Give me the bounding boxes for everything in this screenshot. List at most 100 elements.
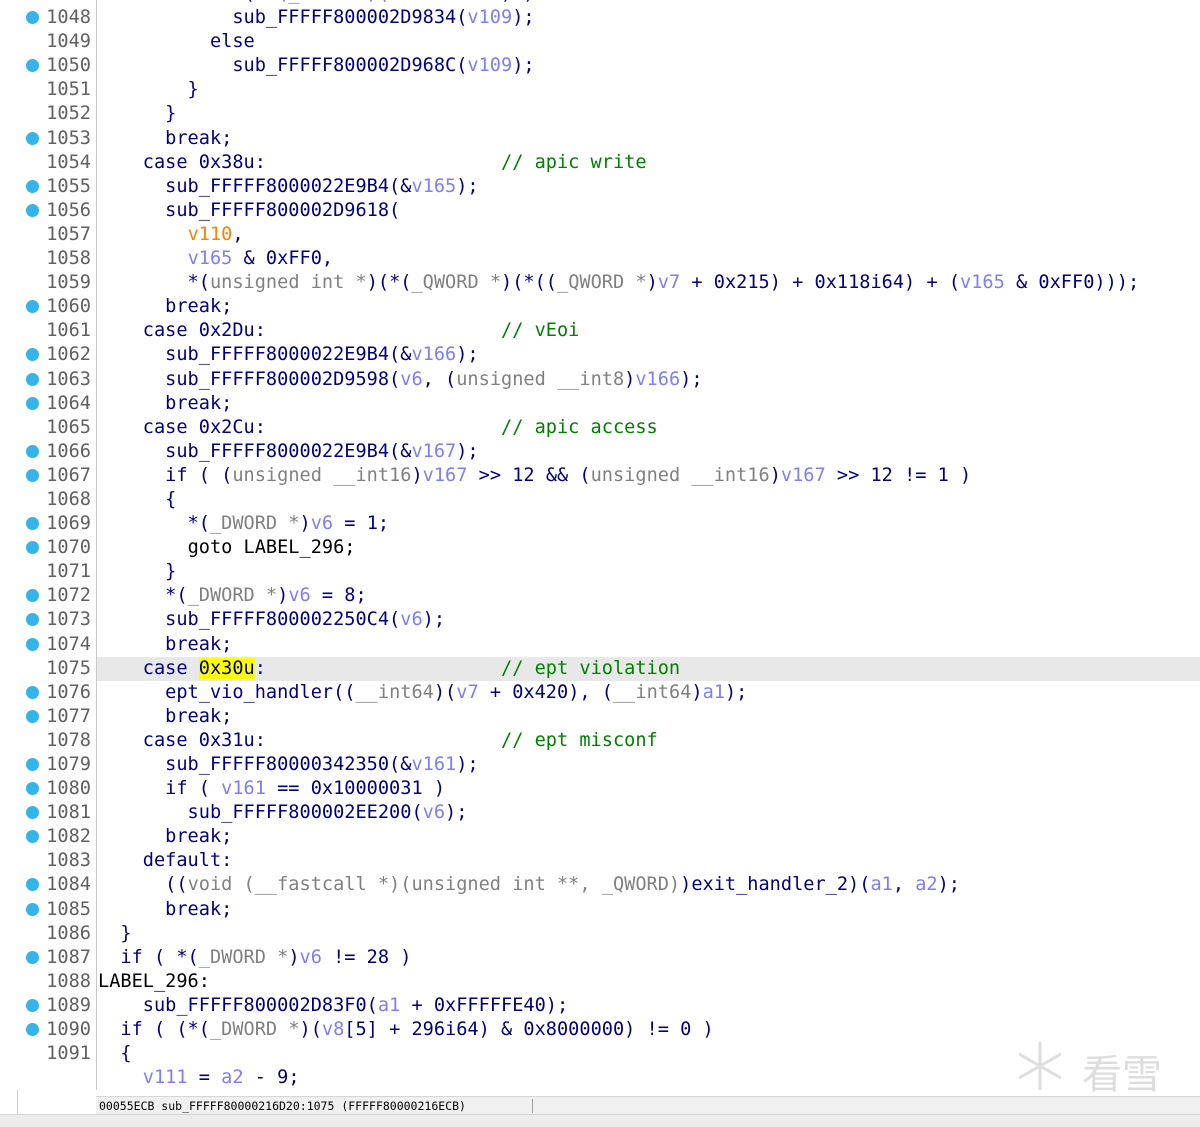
breakpoint-dot-icon[interactable]: [26, 902, 39, 916]
code-line[interactable]: 1081 sub_FFFFF800002EE200(v6);: [0, 801, 1200, 826]
line-gutter[interactable]: 1059: [0, 271, 97, 296]
code-content[interactable]: v111 = a2 - 9;: [98, 1066, 1200, 1090]
line-gutter[interactable]: 1064: [0, 391, 97, 416]
breakpoint-dot-icon[interactable]: [26, 998, 39, 1012]
breakpoint-dot-icon[interactable]: [26, 372, 39, 386]
breakpoint-dot-icon[interactable]: [26, 709, 39, 723]
line-gutter[interactable]: 1077: [0, 704, 97, 729]
code-content[interactable]: sub_FFFFF800002D83F0(a1 + 0xFFFFFE40);: [98, 994, 1200, 1018]
line-gutter[interactable]: 1061: [0, 319, 97, 344]
code-line[interactable]: 1066 sub_FFFFF8000022E9B4(&v167);: [0, 439, 1200, 464]
line-gutter[interactable]: 1068: [0, 487, 97, 513]
code-line[interactable]: 1051 }: [0, 78, 1200, 103]
code-content[interactable]: }: [98, 922, 1200, 946]
code-line[interactable]: 1074 break;: [0, 632, 1200, 657]
breakpoint-dot-icon[interactable]: [26, 782, 39, 796]
code-line[interactable]: 1084 ((void (__fastcall *)(unsigned int …: [0, 873, 1200, 898]
breakpoint-dot-icon[interactable]: [26, 589, 39, 603]
code-line[interactable]: 1050 sub_FFFFF800002D968C(v109);: [0, 54, 1200, 79]
code-content[interactable]: sub_FFFFF800002EE200(v6);: [98, 801, 1200, 825]
code-content[interactable]: case 0x31u: // ept misconf: [98, 729, 1200, 753]
line-gutter[interactable]: 1060: [0, 295, 97, 320]
code-content[interactable]: if ( (*(_DWORD *)(v8[5] + 296i64) & 0x80…: [98, 1018, 1200, 1042]
line-gutter[interactable]: 1080: [0, 777, 97, 802]
breakpoint-dot-icon[interactable]: [26, 348, 39, 362]
pseudocode-view[interactable]: 1047 if ( *(_BYTE *)(v6 + 0x11C) )1048 s…: [0, 0, 1200, 1091]
breakpoint-dot-icon[interactable]: [26, 444, 39, 458]
line-gutter[interactable]: 1053: [0, 126, 97, 151]
breakpoint-dot-icon[interactable]: [26, 468, 39, 482]
code-line[interactable]: 1082 break;: [0, 825, 1200, 850]
code-line[interactable]: 1060 break;: [0, 295, 1200, 320]
code-content[interactable]: sub_FFFFF800002D968C(v109);: [98, 54, 1200, 78]
code-line[interactable]: 1083 default:: [0, 849, 1200, 874]
code-line[interactable]: 1053 break;: [0, 126, 1200, 151]
breakpoint-dot-icon[interactable]: [26, 203, 39, 217]
code-content[interactable]: break;: [98, 127, 1200, 151]
code-line[interactable]: 1087 if ( *(_DWORD *)v6 != 28 ): [0, 945, 1200, 970]
line-gutter[interactable]: 1074: [0, 632, 97, 657]
code-line[interactable]: 1069 *(_DWORD *)v6 = 1;: [0, 512, 1200, 537]
code-line[interactable]: 1070 goto LABEL_296;: [0, 536, 1200, 561]
breakpoint-dot-icon[interactable]: [26, 806, 39, 820]
code-content[interactable]: break;: [98, 898, 1200, 922]
code-content[interactable]: {: [98, 1042, 1200, 1066]
code-content[interactable]: *(unsigned int *)(*(_QWORD *)(*((_QWORD …: [98, 271, 1200, 295]
code-line[interactable]: 1086 }: [0, 921, 1200, 946]
code-line[interactable]: 1063 sub_FFFFF800002D9598(v6, (unsigned …: [0, 367, 1200, 392]
code-content[interactable]: sub_FFFFF800002D9598(v6, (unsigned __int…: [98, 368, 1200, 392]
line-gutter[interactable]: 1048: [0, 6, 97, 31]
code-content[interactable]: v165 & 0xFF0,: [98, 247, 1200, 271]
code-line[interactable]: 1062 sub_FFFFF8000022E9B4(&v166);: [0, 343, 1200, 368]
code-content[interactable]: break;: [98, 633, 1200, 657]
code-content[interactable]: sub_FFFFF8000022E9B4(&v165);: [98, 175, 1200, 199]
line-gutter[interactable]: 1067: [0, 463, 97, 488]
line-gutter[interactable]: 1079: [0, 753, 97, 778]
code-line[interactable]: 1077 break;: [0, 704, 1200, 729]
code-line[interactable]: 1065 case 0x2Cu: // apic access: [0, 415, 1200, 440]
line-gutter[interactable]: [0, 1066, 97, 1091]
line-gutter[interactable]: 1056: [0, 198, 97, 223]
code-line[interactable]: 1071 }: [0, 560, 1200, 585]
code-line[interactable]: 1056 sub_FFFFF800002D9618(: [0, 198, 1200, 223]
code-content[interactable]: case 0x2Cu: // apic access: [98, 416, 1200, 440]
code-line[interactable]: 1058 v165 & 0xFF0,: [0, 247, 1200, 272]
code-line[interactable]: 1091 {: [0, 1042, 1200, 1067]
code-content[interactable]: case 0x30u: // ept violation: [98, 657, 1200, 681]
code-content[interactable]: else: [98, 30, 1200, 54]
line-gutter[interactable]: 1062: [0, 343, 97, 368]
line-gutter[interactable]: 1078: [0, 728, 97, 753]
code-content[interactable]: sub_FFFFF800002250C4(v6);: [98, 608, 1200, 632]
code-content[interactable]: }: [98, 560, 1200, 584]
line-gutter[interactable]: 1066: [0, 439, 97, 464]
line-gutter[interactable]: 1063: [0, 367, 97, 392]
code-line[interactable]: 1072 *(_DWORD *)v6 = 8;: [0, 584, 1200, 609]
code-content[interactable]: if ( *(_DWORD *)v6 != 28 ): [98, 946, 1200, 970]
breakpoint-dot-icon[interactable]: [26, 637, 39, 651]
code-line[interactable]: 1054 case 0x38u: // apic write: [0, 150, 1200, 175]
code-content[interactable]: break;: [98, 825, 1200, 849]
code-content[interactable]: {: [98, 488, 1200, 512]
line-gutter[interactable]: 1051: [0, 78, 97, 103]
line-gutter[interactable]: 1073: [0, 608, 97, 633]
code-line[interactable]: 1057 v110,: [0, 222, 1200, 248]
line-gutter[interactable]: 1058: [0, 247, 97, 272]
breakpoint-dot-icon[interactable]: [26, 396, 39, 410]
code-line[interactable]: 1067 if ( (unsigned __int16)v167 >> 12 &…: [0, 463, 1200, 488]
code-content[interactable]: case 0x38u: // apic write: [98, 151, 1200, 175]
code-line[interactable]: v111 = a2 - 9;: [0, 1066, 1200, 1091]
line-gutter[interactable]: 1054: [0, 150, 97, 175]
breakpoint-dot-icon[interactable]: [26, 878, 39, 892]
line-gutter[interactable]: 1086: [0, 921, 97, 946]
code-line[interactable]: 1089 sub_FFFFF800002D83F0(a1 + 0xFFFFFE4…: [0, 993, 1200, 1019]
code-content[interactable]: break;: [98, 392, 1200, 416]
line-gutter[interactable]: 1076: [0, 680, 97, 705]
code-line[interactable]: 1064 break;: [0, 391, 1200, 416]
breakpoint-dot-icon[interactable]: [26, 179, 39, 193]
current-code-line[interactable]: 1075 case 0x30u: // ept violation: [0, 656, 1200, 681]
code-line[interactable]: 1073 sub_FFFFF800002250C4(v6);: [0, 608, 1200, 633]
line-gutter[interactable]: 1081: [0, 801, 97, 826]
breakpoint-dot-icon[interactable]: [26, 950, 39, 964]
code-line[interactable]: 1090 if ( (*(_DWORD *)(v8[5] + 296i64) &…: [0, 1018, 1200, 1043]
line-gutter[interactable]: 1055: [0, 174, 97, 199]
